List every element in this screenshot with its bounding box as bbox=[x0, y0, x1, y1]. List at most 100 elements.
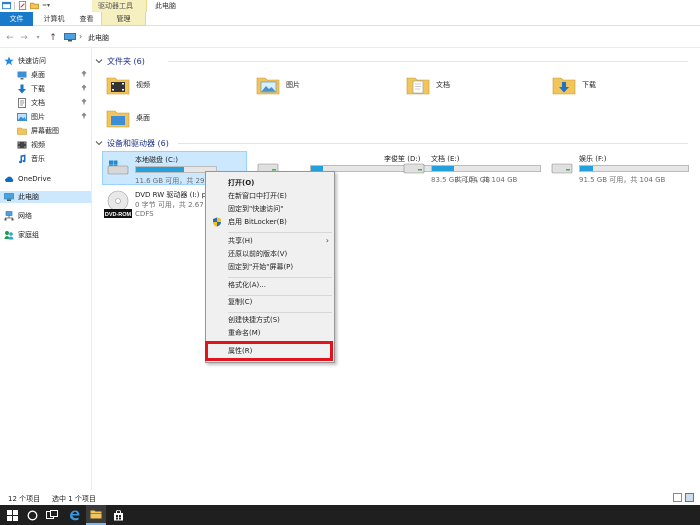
address-bar-row: ← → ▾ ↑ › 此电脑 bbox=[0, 28, 700, 48]
network-icon bbox=[4, 211, 14, 221]
menu-item-rename[interactable]: 重命名(M) bbox=[207, 327, 333, 339]
nav-documents[interactable]: 文档 bbox=[17, 97, 90, 109]
drive-usage-fill bbox=[580, 166, 593, 171]
windows-logo-icon bbox=[6, 509, 18, 521]
menu-item-pin-start[interactable]: 固定到"开始"屏幕(P) bbox=[207, 261, 333, 273]
task-view-icon bbox=[46, 510, 58, 519]
folder-label: 文档 bbox=[436, 81, 450, 89]
menu-item-share[interactable]: 共享(H) › bbox=[207, 235, 333, 247]
toolbar-divider bbox=[14, 1, 15, 10]
computer-icon bbox=[64, 33, 76, 42]
edge-icon bbox=[69, 510, 79, 520]
menu-item-copy[interactable]: 复制(C) bbox=[207, 296, 333, 308]
folder-label: 图片 bbox=[286, 81, 300, 89]
new-folder-icon[interactable] bbox=[30, 1, 39, 10]
desktop-icon bbox=[17, 71, 27, 80]
nav-downloads[interactable]: 下载 bbox=[17, 83, 90, 95]
pin-icon[interactable] bbox=[80, 98, 88, 106]
drive-usage-bar bbox=[579, 165, 689, 172]
desktop-folder-icon bbox=[106, 110, 130, 128]
pictures-folder-icon bbox=[256, 77, 280, 95]
hard-drive-icon bbox=[551, 163, 573, 174]
folder-documents[interactable]: 文档 bbox=[406, 70, 526, 100]
menu-item-open-new-window[interactable]: 在新窗口中打开(E) bbox=[207, 190, 333, 202]
folder-label: 桌面 bbox=[136, 114, 150, 122]
forward-button[interactable]: → bbox=[19, 33, 29, 43]
tab-computer[interactable]: 计算机 bbox=[35, 12, 73, 26]
folders-group-header[interactable]: 文件夹 (6) bbox=[93, 54, 693, 68]
nav-label: 图片 bbox=[31, 113, 45, 121]
tab-manage[interactable]: 管理 bbox=[101, 12, 146, 26]
nav-label: 文档 bbox=[31, 99, 45, 107]
folder-videos[interactable]: 视频 bbox=[106, 70, 226, 100]
store-taskbar-button[interactable] bbox=[108, 505, 128, 525]
nav-videos[interactable]: 视频 bbox=[17, 139, 90, 151]
menu-item-format[interactable]: 格式化(A)... bbox=[207, 279, 333, 291]
tab-file[interactable]: 文件 bbox=[0, 12, 33, 26]
chevron-down-icon[interactable] bbox=[95, 139, 103, 147]
menu-separator bbox=[228, 312, 332, 313]
view-toggle-group bbox=[673, 493, 694, 502]
cloud-icon bbox=[5, 176, 14, 182]
drive-usage-fill bbox=[432, 166, 454, 171]
nav-pictures[interactable]: 图片 bbox=[17, 111, 90, 123]
menu-item-create-shortcut[interactable]: 创建快捷方式(S) bbox=[207, 314, 333, 326]
nav-screenshots[interactable]: 屏幕截图 bbox=[17, 125, 90, 137]
cortana-button[interactable] bbox=[22, 505, 42, 525]
drive-f[interactable]: 娱乐 (F:) 91.5 GB 可用，共 104 GB bbox=[547, 151, 692, 185]
breadcrumb[interactable]: 此电脑 bbox=[88, 33, 109, 43]
chevron-down-icon[interactable] bbox=[95, 57, 103, 65]
nav-music[interactable]: 音乐 bbox=[17, 153, 90, 165]
drive-name: 娱乐 (F:) bbox=[579, 155, 607, 163]
menu-item-bitlocker[interactable]: 启用 BitLocker(B) bbox=[207, 216, 333, 228]
details-view-icon[interactable] bbox=[673, 493, 682, 502]
drive-e[interactable]: 文档 (E:) 83.5 GB 可用，共 104 GB bbox=[399, 151, 544, 185]
nav-desktop[interactable]: 桌面 bbox=[17, 69, 90, 81]
folder-pictures[interactable]: 图片 bbox=[256, 70, 376, 100]
devices-group-title: 设备和驱动器 (6) bbox=[107, 138, 169, 148]
up-button[interactable]: ↑ bbox=[48, 33, 58, 43]
back-button[interactable]: ← bbox=[5, 33, 15, 43]
video-icon bbox=[17, 141, 27, 149]
file-explorer-taskbar-button[interactable] bbox=[86, 505, 106, 525]
drive-name: 文档 (E:) bbox=[431, 155, 460, 163]
nav-this-pc[interactable]: 此电脑 bbox=[0, 191, 91, 203]
folder-desktop[interactable]: 桌面 bbox=[106, 103, 226, 133]
nav-homegroup[interactable]: 家庭组 bbox=[4, 229, 90, 241]
nav-network[interactable]: 网络 bbox=[4, 210, 90, 222]
drive-free-space: 83.5 GB 可用，共 104 GB bbox=[431, 176, 518, 184]
folder-downloads[interactable]: 下载 bbox=[552, 70, 672, 100]
drive-free-space: 11.6 GB 可用，共 29.2 bbox=[135, 177, 212, 185]
folder-icon bbox=[90, 510, 102, 519]
shield-icon bbox=[213, 217, 221, 227]
address-field[interactable]: › 此电脑 bbox=[62, 31, 696, 45]
breadcrumb-chevron-icon[interactable]: › bbox=[79, 32, 82, 41]
pin-icon[interactable] bbox=[80, 70, 88, 78]
edge-taskbar-button[interactable] bbox=[64, 505, 84, 525]
folder-label: 下载 bbox=[582, 81, 596, 89]
menu-item-open[interactable]: 打开(O) bbox=[207, 177, 333, 189]
nav-label: OneDrive bbox=[18, 175, 51, 183]
nav-label: 家庭组 bbox=[18, 231, 39, 239]
computer-icon bbox=[4, 193, 14, 201]
nav-label: 快速访问 bbox=[18, 57, 46, 65]
pin-icon[interactable] bbox=[80, 84, 88, 92]
devices-group-header[interactable]: 设备和驱动器 (6) bbox=[93, 136, 693, 150]
recent-locations-button[interactable]: ▾ bbox=[33, 33, 43, 43]
qat-dropdown-icon[interactable]: =▾ bbox=[42, 2, 50, 9]
windows-drive-icon bbox=[107, 160, 129, 175]
menu-item-pin-quick-access[interactable]: 固定到"快速访问" bbox=[207, 203, 333, 215]
group-divider bbox=[168, 61, 688, 62]
pin-icon[interactable] bbox=[80, 112, 88, 120]
properties-icon[interactable] bbox=[18, 1, 27, 10]
menu-item-restore-versions[interactable]: 还原以前的版本(V) bbox=[207, 248, 333, 260]
task-view-button[interactable] bbox=[42, 505, 62, 525]
group-divider bbox=[178, 143, 688, 144]
start-button[interactable] bbox=[2, 505, 22, 525]
large-icons-view-icon[interactable] bbox=[685, 493, 694, 502]
tab-view[interactable]: 查看 bbox=[73, 12, 100, 26]
menu-item-label: 启用 BitLocker(B) bbox=[228, 218, 287, 226]
nav-onedrive[interactable]: OneDrive bbox=[4, 173, 90, 185]
nav-quick-access[interactable]: 快速访问 bbox=[4, 55, 90, 67]
drive-name: DVD RW 驱动器 (I:) p bbox=[135, 191, 207, 199]
